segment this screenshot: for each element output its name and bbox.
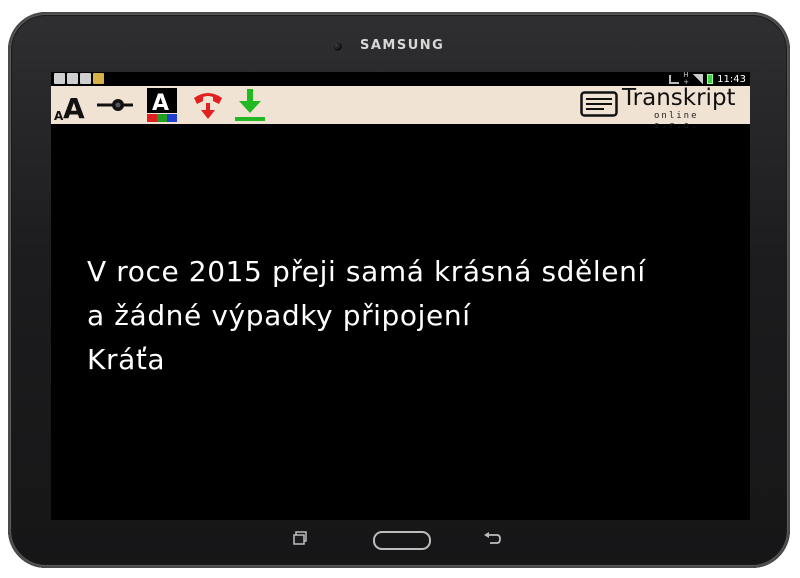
caption-line: V roce 2015 přeji samá krásná sdělení xyxy=(87,255,646,288)
text-color-icon: A xyxy=(147,88,177,122)
hangup-button[interactable] xyxy=(191,86,225,124)
transkript-logo: Transkript online s.r.o. xyxy=(578,85,748,131)
front-camera xyxy=(333,42,342,51)
status-bar: H + 11:43 xyxy=(51,72,750,86)
slider-icon xyxy=(97,99,133,111)
calendar-icon xyxy=(80,73,91,84)
font-size-icon: A A xyxy=(54,92,85,125)
network-icon: H + xyxy=(683,72,690,86)
home-button[interactable] xyxy=(373,531,431,550)
mail-icon xyxy=(54,73,65,84)
signal-icon xyxy=(693,74,704,84)
logo-title: Transkript xyxy=(622,85,736,111)
recent-apps-icon[interactable] xyxy=(293,531,307,545)
slider-button[interactable] xyxy=(95,86,135,124)
caption-line: Kráťa xyxy=(87,343,166,376)
svg-text:A: A xyxy=(152,91,169,116)
transcript-box-icon xyxy=(580,91,618,117)
cleaner-icon xyxy=(93,73,104,84)
tablet-frame: SAMSUNG H + 11:43 A A A Transkript onlin… xyxy=(8,12,790,568)
back-icon[interactable] xyxy=(483,532,501,546)
caption-line: a žádné výpadky připojení xyxy=(87,299,471,332)
brand-logo: SAMSUNG xyxy=(360,38,445,53)
e-icon xyxy=(67,73,78,84)
app-toolbar: A A A Transkript online s.r.o. xyxy=(51,85,750,131)
clock: 11:43 xyxy=(717,73,746,85)
caption-text: V roce 2015 přeji samá krásná sdělení a … xyxy=(87,250,646,382)
hangup-phone-icon xyxy=(194,93,222,119)
svg-text:A: A xyxy=(63,92,85,124)
download-icon xyxy=(235,89,265,121)
battery-icon xyxy=(707,74,714,84)
system-icons: H + 11:43 xyxy=(669,72,746,86)
text-color-button[interactable]: A xyxy=(143,86,181,124)
logo-subtitle: online s.r.o. xyxy=(654,111,699,131)
screen: H + 11:43 A A A Transkript online s.r.o.… xyxy=(51,72,750,520)
mute-icon xyxy=(669,74,680,84)
font-size-button[interactable]: A A xyxy=(53,86,91,125)
notification-icons xyxy=(54,73,104,84)
download-button[interactable] xyxy=(233,86,267,124)
